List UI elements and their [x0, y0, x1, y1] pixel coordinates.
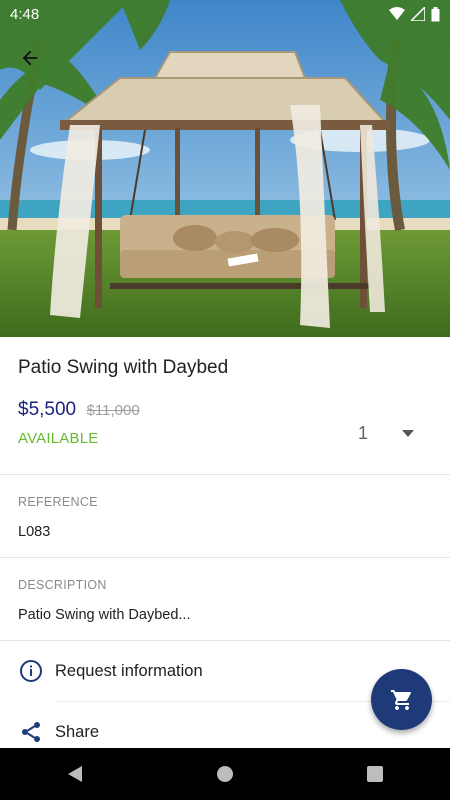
share-icon	[18, 719, 44, 745]
nav-recents-button[interactable]	[355, 754, 395, 794]
price-row: $5,500 $11,000 AVAILABLE 1	[0, 379, 450, 455]
reference-section: REFERENCE L083	[0, 475, 450, 557]
back-button[interactable]	[12, 40, 48, 76]
product-price: $5,500	[18, 399, 77, 420]
product-image	[0, 0, 450, 337]
nav-home-button[interactable]	[205, 754, 245, 794]
quantity-value: 1	[357, 423, 368, 443]
system-navigation-bar	[0, 748, 450, 800]
status-icons	[389, 6, 440, 22]
description-label: DESCRIPTION	[18, 578, 107, 592]
description-value: Patio Swing with Daybed...	[18, 607, 191, 623]
reference-label: REFERENCE	[18, 495, 98, 509]
triangle-back-icon	[68, 766, 82, 782]
cart-icon	[390, 689, 411, 710]
signal-icon	[411, 7, 425, 21]
add-to-cart-button[interactable]	[371, 669, 432, 730]
status-bar: 4:48	[0, 0, 450, 28]
description-section: DESCRIPTION Patio Swing with Daybed...	[0, 558, 450, 640]
arrow-back-icon	[22, 50, 38, 66]
product-title: Patio Swing with Daybed	[18, 357, 229, 378]
battery-icon	[431, 6, 440, 21]
share-label: Share	[55, 722, 100, 741]
square-recents-icon	[367, 766, 383, 782]
reference-value: L083	[18, 524, 51, 540]
quantity-dropdown[interactable]: 1	[358, 423, 414, 444]
circle-home-icon	[217, 766, 233, 782]
wifi-icon	[389, 7, 405, 20]
info-icon	[18, 658, 44, 684]
request-information-label: Request information	[55, 661, 203, 680]
dropdown-arrow-icon	[402, 430, 414, 437]
nav-back-button[interactable]	[55, 754, 95, 794]
product-old-price: $11,000	[86, 402, 140, 419]
status-time: 4:48	[10, 5, 40, 23]
